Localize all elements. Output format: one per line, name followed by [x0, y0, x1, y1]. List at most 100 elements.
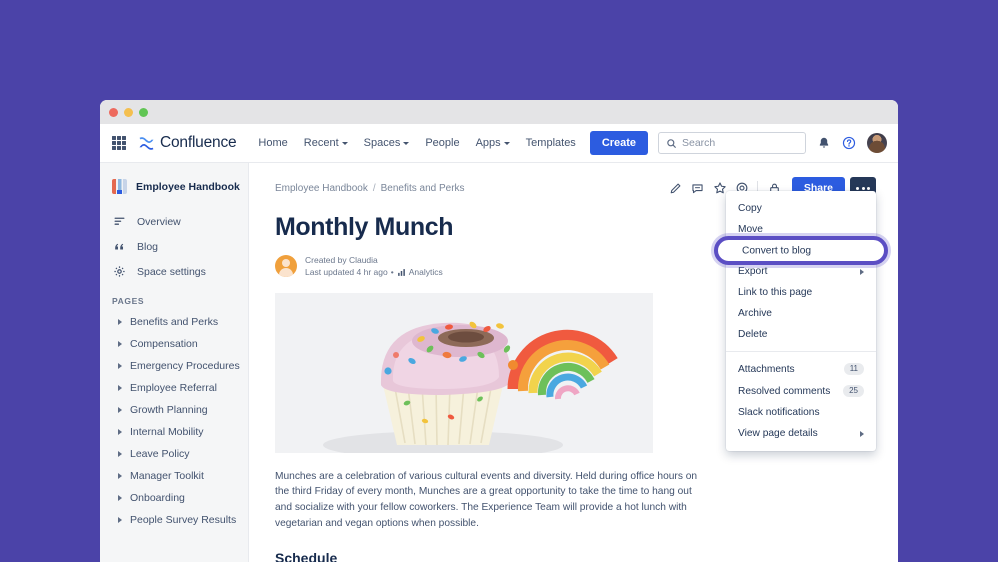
sidebar-pages-header: PAGES: [112, 296, 145, 306]
help-icon[interactable]: [842, 136, 856, 150]
nav-item-apps[interactable]: Apps: [468, 132, 518, 154]
space-sidebar: Employee Handbook Overview Blog Space se…: [100, 163, 249, 562]
sidebar-item-overview[interactable]: Overview: [100, 209, 248, 234]
comment-glyph: [692, 183, 703, 193]
sidebar-page-internal-mobility[interactable]: Internal Mobility: [100, 421, 248, 443]
chevron-right-icon[interactable]: [118, 407, 122, 413]
create-button[interactable]: Create: [589, 131, 649, 155]
page-actions-menu: Copy Move Convert to blog Convert to blo…: [714, 191, 888, 451]
notification-bell-icon[interactable]: [817, 136, 831, 150]
window-maximize-button[interactable]: [139, 107, 148, 117]
menu-item-label: Copy: [738, 203, 762, 214]
byline-last-updated: Last updated 4 hr ago: [305, 267, 388, 278]
menu-item-label: Export: [738, 266, 768, 277]
attachments-count-badge: 11: [843, 363, 864, 375]
sidebar-page-label: Onboarding: [130, 492, 185, 504]
menu-item-view-page-details[interactable]: View page details: [726, 423, 876, 444]
menu-item-label: Archive: [738, 308, 772, 319]
nav-item-templates[interactable]: Templates: [518, 132, 584, 154]
app-body: Employee Handbook Overview Blog Space se…: [100, 163, 898, 562]
analytics-chart-icon: [397, 269, 405, 276]
gear-icon: [112, 265, 126, 278]
nav-item-label: Apps: [475, 137, 501, 149]
chevron-right-icon[interactable]: [118, 517, 122, 523]
nav-item-spaces[interactable]: Spaces: [356, 132, 418, 154]
sidebar-page-label: Emergency Procedures: [130, 360, 240, 372]
global-navigation-bar: Confluence Home Recent Spaces People App…: [100, 124, 898, 163]
profile-avatar[interactable]: [867, 133, 887, 153]
breadcrumb-item-space[interactable]: Employee Handbook: [275, 183, 368, 194]
help-glyph: [842, 136, 856, 150]
menu-item-resolved-comments[interactable]: Resolved comments 25: [726, 380, 876, 402]
nav-item-label: Spaces: [363, 137, 401, 149]
analytics-link[interactable]: Analytics: [409, 266, 443, 278]
menu-item-label: Delete: [738, 329, 768, 340]
menu-item-label: Link to this page: [738, 287, 813, 298]
resolved-comments-count-badge: 25: [843, 385, 864, 397]
chevron-right-icon[interactable]: [118, 473, 122, 479]
menu-item-delete[interactable]: Delete: [726, 324, 876, 345]
browser-window: Confluence Home Recent Spaces People App…: [100, 100, 898, 562]
sidebar-space-name: Employee Handbook: [136, 180, 240, 193]
chevron-right-icon[interactable]: [118, 429, 122, 435]
overview-icon: [112, 215, 126, 228]
author-avatar[interactable]: [275, 255, 297, 278]
sidebar-page-leave-policy[interactable]: Leave Policy: [100, 443, 248, 465]
sidebar-page-compensation[interactable]: Compensation: [100, 333, 248, 355]
chevron-right-icon[interactable]: [118, 385, 122, 391]
menu-item-attachments[interactable]: Attachments 11: [726, 358, 876, 380]
menu-item-label: Attachments: [738, 363, 795, 375]
sidebar-page-emergency-procedures[interactable]: Emergency Procedures: [100, 355, 248, 377]
quote-glyph: [114, 243, 123, 250]
grid-icon[interactable]: [110, 134, 128, 152]
brand-name: Confluence: [160, 134, 237, 151]
sidebar-page-growth-planning[interactable]: Growth Planning: [100, 399, 248, 421]
sidebar-page-label: Internal Mobility: [130, 426, 204, 438]
window-minimize-button[interactable]: [124, 107, 133, 117]
sidebar-page-onboarding[interactable]: Onboarding: [100, 487, 248, 509]
menu-divider: [726, 351, 876, 352]
confluence-logo[interactable]: Confluence: [138, 134, 237, 152]
sidebar-page-manager-toolkit[interactable]: Manager Toolkit: [100, 465, 248, 487]
comment-icon[interactable]: [688, 178, 708, 198]
edit-pencil-icon[interactable]: [666, 178, 686, 198]
menu-item-link-to-this-page[interactable]: Link to this page: [726, 282, 876, 303]
menu-item-export[interactable]: Export: [726, 261, 876, 282]
window-close-button[interactable]: [109, 107, 118, 117]
chevron-right-icon[interactable]: [118, 319, 122, 325]
chevron-right-icon: [860, 430, 864, 437]
search-placeholder: Search: [682, 137, 716, 149]
sidebar-item-label: Space settings: [137, 265, 206, 278]
menu-item-copy[interactable]: Copy: [726, 198, 876, 219]
menu-item-archive[interactable]: Archive: [726, 303, 876, 324]
breadcrumb-item-parent[interactable]: Benefits and Perks: [381, 183, 465, 194]
sidebar-page-people-survey-results[interactable]: People Survey Results: [100, 509, 248, 531]
search-input[interactable]: Search: [658, 132, 806, 154]
nav-item-label: Recent: [303, 137, 339, 149]
sidebar-page-label: People Survey Results: [130, 514, 237, 526]
overview-glyph: [114, 217, 124, 225]
sidebar-item-space-settings[interactable]: Space settings: [100, 259, 248, 284]
nav-item-home[interactable]: Home: [250, 132, 295, 154]
chevron-right-icon[interactable]: [118, 451, 122, 457]
page-content: Employee Handbook / Benefits and Perks S…: [249, 163, 898, 562]
sidebar-page-employee-referral[interactable]: Employee Referral: [100, 377, 248, 399]
sidebar-page-label: Growth Planning: [130, 404, 208, 416]
breadcrumb: Employee Handbook / Benefits and Perks: [275, 183, 465, 194]
chevron-right-icon[interactable]: [118, 363, 122, 369]
cupcake-illustration: [275, 292, 653, 453]
nav-item-people[interactable]: People: [417, 132, 467, 154]
sidebar-page-benefits-and-perks[interactable]: Benefits and Perks: [100, 311, 248, 333]
chevron-right-icon[interactable]: [118, 341, 122, 347]
menu-item-slack-notifications[interactable]: Slack notifications: [726, 402, 876, 423]
gear-glyph: [113, 266, 125, 277]
breadcrumb-separator: /: [372, 182, 376, 194]
menu-item-label: Convert to blog: [738, 245, 808, 256]
nav-item-recent[interactable]: Recent: [296, 132, 356, 154]
menu-item-move[interactable]: Move: [726, 219, 876, 240]
sidebar-item-blog[interactable]: Blog: [100, 234, 248, 259]
chevron-right-icon[interactable]: [118, 495, 122, 501]
menu-item-convert-to-blog[interactable]: Convert to blog Convert to blog: [714, 236, 888, 265]
pencil-glyph: [670, 183, 681, 193]
sidebar-space-header[interactable]: Employee Handbook: [100, 175, 248, 198]
